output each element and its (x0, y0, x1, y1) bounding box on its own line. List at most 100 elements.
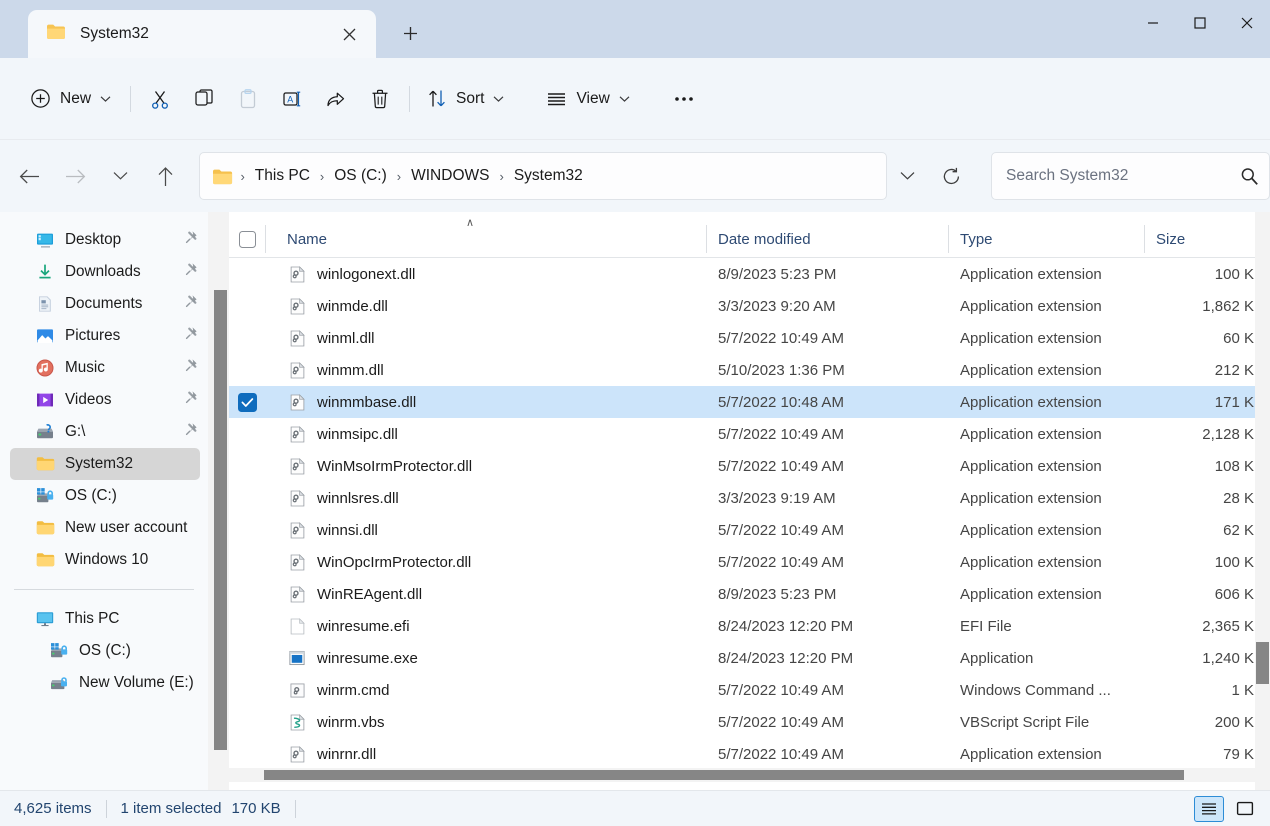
sidebar-item-music[interactable]: Music (10, 352, 200, 384)
sidebar-item-videos[interactable]: Videos (10, 384, 200, 416)
rename-button[interactable]: A (270, 79, 314, 119)
minimize-button[interactable] (1129, 0, 1176, 46)
sidebar-scrollbar[interactable] (213, 212, 228, 790)
pin-icon[interactable] (183, 294, 198, 309)
pin-icon[interactable] (183, 358, 198, 373)
table-row[interactable]: winresume.efi 8/24/2023 12:20 PM EFI File 2… (229, 610, 1270, 642)
cut-button[interactable] (138, 79, 182, 119)
pin-icon[interactable] (183, 230, 198, 250)
table-row[interactable]: winmsipc.dll 5/7/2022 10:49 AM Application… (229, 418, 1270, 450)
sort-button[interactable]: Sort (417, 79, 514, 119)
table-row[interactable]: WinREAgent.dll 8/9/2023 5:23 PM Applicatio… (229, 578, 1270, 610)
sidebar-item-downloads[interactable]: Downloads (10, 256, 200, 288)
sidebar-item-this-pc[interactable]: This PC (10, 603, 200, 635)
file-name-cell[interactable]: WinMsoIrmProtector.dll (265, 458, 706, 475)
breadcrumb-this-pc[interactable]: This PC (248, 162, 317, 190)
pin-icon[interactable] (183, 358, 198, 378)
select-all-checkbox[interactable] (238, 230, 256, 248)
sidebar-item-os-c[interactable]: OS (C:) (10, 480, 200, 512)
forward-button[interactable] (57, 157, 92, 195)
delete-button[interactable] (358, 79, 402, 119)
details-view-toggle[interactable] (1194, 795, 1224, 822)
file-name-cell[interactable]: WinREAgent.dll (265, 586, 706, 603)
table-row[interactable]: winml.dll 5/7/2022 10:49 AM Application ex… (229, 322, 1270, 354)
breadcrumb-separator[interactable]: › (317, 163, 327, 189)
file-name-cell[interactable]: winnlsres.dll (265, 490, 706, 507)
sidebar-item-system32[interactable]: System32 (10, 448, 200, 480)
pin-icon[interactable] (183, 262, 198, 282)
tab-close-button[interactable] (334, 19, 364, 49)
file-name-cell[interactable]: winrm.vbs (265, 714, 706, 731)
close-window-button[interactable] (1223, 0, 1270, 46)
pin-icon[interactable] (183, 326, 198, 341)
table-row[interactable]: winrm.vbs 5/7/2022 10:49 AM VBScript Scrip… (229, 706, 1270, 738)
sidebar-item-g[interactable]: G:\ (10, 416, 200, 448)
paste-button[interactable] (226, 79, 270, 119)
column-header-name[interactable]: Name (265, 221, 706, 257)
pin-icon[interactable] (183, 422, 198, 437)
breadcrumb-bar[interactable]: › This PC › OS (C:) › WINDOWS › System32 (199, 152, 888, 200)
file-name-cell[interactable]: winmm.dll (265, 362, 706, 379)
file-name-cell[interactable]: winmsipc.dll (265, 426, 706, 443)
share-button[interactable] (314, 79, 358, 119)
more-options-button[interactable] (662, 79, 706, 119)
file-name-cell[interactable]: winml.dll (265, 330, 706, 347)
row-checkbox-checked[interactable] (237, 392, 257, 412)
sidebar-item-documents[interactable]: Documents (10, 288, 200, 320)
maximize-button[interactable] (1176, 0, 1223, 46)
table-row[interactable]: winnsi.dll 5/7/2022 10:49 AM Application e… (229, 514, 1270, 546)
select-all-header[interactable] (229, 221, 265, 257)
breadcrumb-root-folder-icon[interactable] (212, 168, 233, 185)
pin-icon[interactable] (183, 262, 198, 277)
table-row[interactable]: winrnr.dll 5/7/2022 10:49 AM Application e… (229, 738, 1270, 770)
address-dropdown-button[interactable] (887, 153, 928, 199)
back-button[interactable] (12, 157, 47, 195)
column-header-date-modified[interactable]: Date modified (706, 221, 948, 257)
pin-icon[interactable] (183, 294, 198, 314)
file-name-cell[interactable]: winmde.dll (265, 298, 706, 315)
file-list-vertical-scrollbar[interactable] (1255, 212, 1270, 790)
table-row[interactable]: WinMsoIrmProtector.dll 5/7/2022 10:49 AM A… (229, 450, 1270, 482)
up-button[interactable] (148, 157, 183, 195)
search-input[interactable] (1006, 167, 1241, 185)
pin-icon[interactable] (183, 326, 198, 346)
sidebar-scrollbar-thumb[interactable] (214, 290, 227, 750)
sidebar-item-new-volume-e[interactable]: New Volume (E:) (10, 667, 200, 699)
table-row[interactable]: winmm.dll 5/10/2023 1:36 PM Application ex… (229, 354, 1270, 386)
row-checkbox-cell[interactable] (229, 392, 265, 412)
breadcrumb-system32[interactable]: System32 (507, 162, 590, 190)
table-row[interactable]: winresume.exe 8/24/2023 12:20 PM Applicati… (229, 642, 1270, 674)
breadcrumb-os-c[interactable]: OS (C:) (327, 162, 394, 190)
breadcrumb-separator[interactable]: › (237, 163, 247, 189)
large-icons-view-toggle[interactable] (1230, 796, 1260, 822)
file-name-cell[interactable]: winrnr.dll (265, 746, 706, 763)
file-name-cell[interactable]: winrm.cmd (265, 682, 706, 699)
table-row[interactable]: winlogonext.dll 8/9/2023 5:23 PM Applicati… (229, 258, 1270, 290)
horizontal-scrollbar-thumb[interactable] (264, 770, 1184, 780)
file-name-cell[interactable]: winresume.efi (265, 618, 706, 635)
file-name-cell[interactable]: winnsi.dll (265, 522, 706, 539)
sidebar-item-os-c[interactable]: OS (C:) (10, 635, 200, 667)
column-header-size[interactable]: Size (1144, 221, 1254, 257)
file-name-cell[interactable]: winlogonext.dll (265, 266, 706, 283)
table-row[interactable]: winmde.dll 3/3/2023 9:20 AM Application ex… (229, 290, 1270, 322)
new-button[interactable]: New (22, 79, 123, 119)
breadcrumb-windows[interactable]: WINDOWS (404, 162, 496, 190)
table-row[interactable]: winrm.cmd 5/7/2022 10:49 AM Windows Comman… (229, 674, 1270, 706)
breadcrumb-separator[interactable]: › (496, 163, 506, 189)
pin-icon[interactable] (183, 422, 198, 442)
file-name-cell[interactable]: winresume.exe (265, 650, 706, 667)
view-button[interactable]: View (536, 79, 639, 119)
recent-locations-button[interactable] (103, 157, 138, 195)
breadcrumb-separator[interactable]: › (394, 163, 404, 189)
table-row[interactable]: winnlsres.dll 3/3/2023 9:19 AM Application… (229, 482, 1270, 514)
sidebar-item-new-user-account[interactable]: New user account (10, 512, 200, 544)
table-row[interactable]: winmmbase.dll 5/7/2022 10:48 AM Applicatio… (229, 386, 1270, 418)
sidebar-item-pictures[interactable]: Pictures (10, 320, 200, 352)
pin-icon[interactable] (183, 230, 198, 245)
sidebar-item-desktop[interactable]: Desktop (10, 224, 200, 256)
search-icon[interactable] (1240, 167, 1259, 186)
refresh-button[interactable] (930, 153, 973, 199)
sidebar-item-windows-10[interactable]: Windows 10 (10, 544, 200, 576)
vertical-scrollbar-thumb[interactable] (1256, 642, 1269, 684)
